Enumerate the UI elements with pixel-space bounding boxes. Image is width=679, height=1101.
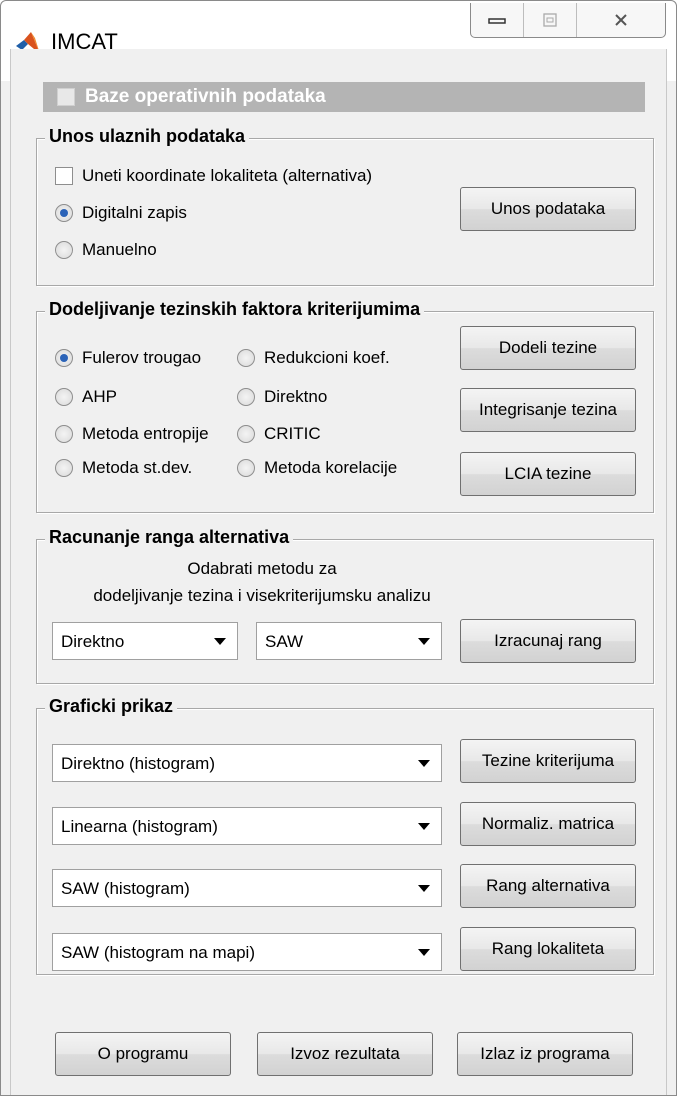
- radio-entropije-label: Metoda entropije: [82, 424, 209, 443]
- maximize-icon[interactable]: [524, 3, 577, 37]
- chevron-down-icon[interactable]: [407, 808, 441, 844]
- baze-operativnih-podataka-bar[interactable]: Baze operativnih podataka: [43, 82, 645, 112]
- radio-metoda-st-dev[interactable]: Metoda st.dev.: [55, 458, 192, 478]
- unos-podataka-button[interactable]: Unos podataka: [460, 187, 636, 231]
- grafik-panel: Graficki prikaz Direktno (histogram) Tez…: [36, 696, 654, 975]
- radio-entropije-indicator[interactable]: [55, 425, 73, 443]
- radio-metoda-korelacije[interactable]: Metoda korelacije: [237, 458, 397, 478]
- baze-label: Baze operativnih podataka: [85, 86, 326, 107]
- o-programu-button[interactable]: O programu: [55, 1032, 231, 1076]
- grafik-select-tezine[interactable]: Direktno (histogram): [52, 744, 442, 782]
- radio-redukcioni-koef[interactable]: Redukcioni koef.: [237, 348, 390, 368]
- radio-digitalni-indicator[interactable]: [55, 204, 73, 222]
- izvoz-rezultata-button[interactable]: Izvoz rezultata: [257, 1032, 433, 1076]
- radio-ahp[interactable]: AHP: [55, 387, 117, 407]
- radio-redukcioni-indicator[interactable]: [237, 349, 255, 367]
- rang-panel: Racunanje ranga alternativa Odabrati met…: [36, 527, 654, 684]
- grafik-select-value: Linearna (histogram): [61, 817, 218, 836]
- dodeli-tezine-button[interactable]: Dodeli tezine: [460, 326, 636, 370]
- radio-korelacije-indicator[interactable]: [237, 459, 255, 477]
- radio-stdev-label: Metoda st.dev.: [82, 458, 193, 477]
- radio-critic-label: CRITIC: [264, 424, 321, 443]
- chevron-down-icon[interactable]: [407, 870, 441, 906]
- grafik-panel-title: Graficki prikaz: [45, 696, 178, 717]
- radio-korelacije-label: Metoda korelacije: [264, 458, 398, 477]
- rang-panel-title: Racunanje ranga alternativa: [45, 527, 294, 548]
- baze-checkbox[interactable]: [57, 88, 75, 106]
- chevron-down-icon[interactable]: [407, 934, 441, 970]
- radio-manuelno[interactable]: Manuelno: [55, 240, 157, 260]
- unos-panel: Unos ulaznih podataka Uneti koordinate l…: [36, 126, 654, 286]
- grafik-select-normalizacija[interactable]: Linearna (histogram): [52, 807, 442, 845]
- radio-digitalni-label: Digitalni zapis: [82, 203, 187, 222]
- radio-ahp-label: AHP: [82, 387, 117, 406]
- radio-manuelno-label: Manuelno: [82, 240, 157, 259]
- grafik-select-rang-lokaliteta[interactable]: SAW (histogram na mapi): [52, 933, 442, 971]
- radio-direktno-label: Direktno: [264, 387, 328, 406]
- radio-direktno[interactable]: Direktno: [237, 387, 327, 407]
- radio-direktno-indicator[interactable]: [237, 388, 255, 406]
- izracunaj-rang-button[interactable]: Izracunaj rang: [460, 619, 636, 663]
- analiza-method-select[interactable]: SAW: [256, 622, 442, 660]
- koordinate-checkbox[interactable]: [55, 167, 73, 185]
- radio-stdev-indicator[interactable]: [55, 459, 73, 477]
- close-icon[interactable]: [577, 3, 665, 37]
- grafik-select-value: Direktno (histogram): [61, 754, 215, 773]
- tezine-method-value: Direktno: [61, 632, 125, 651]
- chevron-down-icon[interactable]: [203, 623, 237, 659]
- chevron-down-icon[interactable]: [407, 623, 441, 659]
- rang-lokaliteta-button[interactable]: Rang lokaliteta: [460, 927, 636, 971]
- grafik-select-value: SAW (histogram na mapi): [61, 943, 255, 962]
- unos-panel-title: Unos ulaznih podataka: [45, 126, 250, 147]
- normaliz-matrica-button[interactable]: Normaliz. matrica: [460, 802, 636, 846]
- integrisanje-tezina-button[interactable]: Integrisanje tezina: [460, 388, 636, 432]
- radio-fulerov-label: Fulerov trougao: [82, 348, 202, 367]
- radio-redukcioni-label: Redukcioni koef.: [264, 348, 390, 367]
- rang-instruction-line2: dodeljivanje tezina i visekriterijumsku …: [93, 586, 431, 605]
- radio-manuelno-indicator[interactable]: [55, 241, 73, 259]
- tezine-kriterijuma-button[interactable]: Tezine kriterijuma: [460, 739, 636, 783]
- minimize-icon[interactable]: [471, 3, 524, 37]
- chevron-down-icon[interactable]: [407, 745, 441, 781]
- radio-critic[interactable]: CRITIC: [237, 424, 321, 444]
- rang-alternativa-button[interactable]: Rang alternativa: [460, 864, 636, 908]
- radio-metoda-entropije[interactable]: Metoda entropije: [55, 424, 209, 444]
- window-controls: [470, 3, 666, 38]
- app-window: IMCAT Baze operativnih podataka Unos ula…: [0, 0, 677, 1096]
- analiza-method-value: SAW: [265, 632, 304, 651]
- rang-instruction-line1: Odabrati metodu za: [187, 559, 337, 578]
- radio-critic-indicator[interactable]: [237, 425, 255, 443]
- grafik-select-rang-alternativa[interactable]: SAW (histogram): [52, 869, 442, 907]
- koordinate-label: Uneti koordinate lokaliteta (alternativa…: [82, 166, 373, 185]
- radio-ahp-indicator[interactable]: [55, 388, 73, 406]
- grafik-select-value: SAW (histogram): [61, 879, 190, 898]
- radio-digitalni-zapis[interactable]: Digitalni zapis: [55, 203, 187, 223]
- izlaz-iz-programa-button[interactable]: Izlaz iz programa: [457, 1032, 633, 1076]
- radio-fulerov-trougao[interactable]: Fulerov trougao: [55, 348, 201, 368]
- tezine-panel: Dodeljivanje tezinskih faktora kriteriju…: [36, 299, 654, 513]
- lcia-tezine-button[interactable]: LCIA tezine: [460, 452, 636, 496]
- tezine-panel-title: Dodeljivanje tezinskih faktora kriteriju…: [45, 299, 425, 320]
- tezine-method-select[interactable]: Direktno: [52, 622, 238, 660]
- radio-fulerov-indicator[interactable]: [55, 349, 73, 367]
- koordinate-checkbox-row[interactable]: Uneti koordinate lokaliteta (alternativa…: [55, 166, 372, 186]
